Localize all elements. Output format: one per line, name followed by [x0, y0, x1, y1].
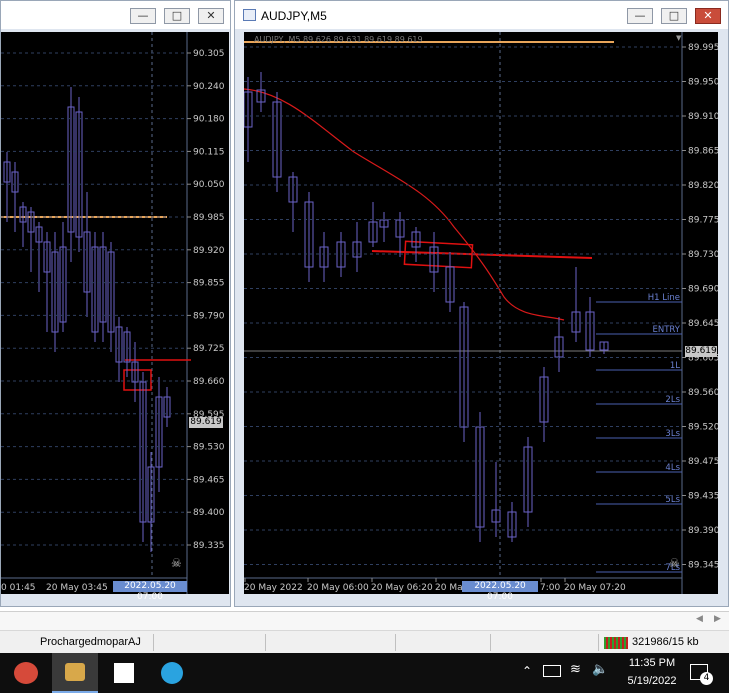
price-axis-label: 89.775 — [688, 216, 718, 226]
right-price-chart[interactable]: H1 Line ENTRY 1L 2Ls 3Ls 4Ls 5Ls 7Ls 89.995 89.9… — [243, 32, 720, 602]
horizontal-scrollbar[interactable]: ◀ ▶ — [0, 612, 729, 631]
left-chart-window: — □ ✕ ☠ 90.305 90.240 90.180 90.115 90.050 89… — [0, 0, 231, 607]
minimize-button[interactable]: — — [627, 8, 653, 24]
metatrader-icon — [65, 663, 85, 681]
price-axis-label: 89.995 — [688, 43, 718, 53]
battery-icon[interactable] — [543, 665, 561, 677]
status-divider — [490, 634, 491, 651]
price-axis-label: 89.390 — [688, 526, 718, 536]
price-axis-label: 90.305 — [193, 49, 225, 59]
status-area: ◀ ▶ ProchargedmoparAJ 321986/15 kb — [0, 611, 729, 654]
traffic-indicator: 321986/15 kb — [632, 636, 699, 648]
price-axis-label: 89.475 — [688, 457, 718, 467]
price-axis-label: 90.240 — [193, 82, 225, 92]
skull-icon: ☠ — [171, 556, 182, 570]
price-axis-label: 89.335 — [193, 541, 225, 551]
left-window-titlebar: — □ ✕ — [1, 1, 230, 29]
price-axis-label: 90.115 — [193, 147, 225, 157]
price-axis-label: 89.690 — [688, 285, 718, 295]
price-axis-label: 89.660 — [193, 377, 225, 387]
level-label: 1L — [670, 361, 680, 371]
time-axis-label: 7:00 — [540, 583, 560, 593]
price-axis-label: 90.180 — [193, 115, 225, 125]
taskbar: ⌃ ≋ 🔈 11:35 PM 5/19/2022 4 — [0, 653, 729, 693]
taskbar-active-app[interactable] — [52, 653, 98, 693]
price-axis-label: 89.950 — [688, 78, 718, 88]
right-current-price-tag: 89.619 — [685, 346, 717, 357]
price-axis-label: 89.400 — [193, 508, 225, 518]
price-axis-label: 89.725 — [193, 344, 225, 354]
price-axis-label: 89.560 — [688, 388, 718, 398]
right-chart-window: AUDJPY,M5 — □ ✕ H1 Line ENTRY 1L 2Ls 3Ls 4Ls 5… — [234, 0, 729, 607]
price-axis-label: 89.985 — [193, 213, 225, 223]
status-divider — [598, 634, 599, 651]
price-axis-label: 89.820 — [688, 181, 718, 191]
left-price-chart[interactable]: ☠ 90.305 90.240 90.180 90.115 90.050 89.985 89… — [1, 32, 229, 602]
price-axis-label: 89.865 — [688, 147, 718, 157]
left-chart-svg: ☠ 90.305 90.240 90.180 90.115 90.050 89.985 89… — [1, 32, 225, 594]
price-axis-label: 89.920 — [193, 246, 225, 256]
price-axis-label: 89.910 — [688, 112, 718, 122]
price-axis-label: 89.790 — [193, 311, 225, 321]
chart-window-icon — [243, 9, 256, 21]
clock-date[interactable]: 5/19/2022 — [622, 675, 682, 687]
wifi-icon[interactable]: ≋ — [570, 662, 581, 677]
right-window-titlebar: AUDJPY,M5 — □ ✕ — [235, 1, 728, 29]
chevron-up-icon[interactable]: ⌃ — [522, 664, 532, 678]
time-axis-label: 20 May 06:00 — [307, 583, 369, 593]
close-button[interactable]: ✕ — [198, 8, 224, 24]
taskbar-app-icon[interactable] — [114, 663, 134, 683]
time-axis-label: 20 May 2022 — [244, 583, 303, 593]
right-cursor-time-tag: 2022.05.20 07:00 — [462, 581, 538, 602]
status-bar: ProchargedmoparAJ 321986/15 kb — [0, 631, 729, 654]
time-axis-label: 20 May 07:20 — [564, 583, 626, 593]
right-chart-svg: H1 LineENTRY1L2Ls3Ls4Ls5Ls7Ls 89.99589.9… — [243, 32, 720, 594]
status-divider — [395, 634, 396, 651]
price-axis-label: 90.050 — [193, 180, 225, 190]
volume-icon[interactable]: 🔈 — [592, 662, 608, 677]
level-label: H1 Line — [648, 293, 680, 303]
status-divider — [265, 634, 266, 651]
price-axis-label: 89.730 — [688, 250, 718, 260]
left-cursor-time-tag: 2022.05.20 07:00 — [113, 581, 187, 602]
window-title: AUDJPY,M5 — [261, 9, 327, 23]
time-axis-label: 20 May 03:45 — [46, 583, 108, 593]
left-current-price-tag: 89.619 — [189, 417, 223, 428]
level-label: ENTRY — [653, 325, 681, 335]
price-axis-label: 89.645 — [688, 319, 718, 329]
scroll-right-icon[interactable]: ▶ — [714, 614, 721, 624]
minimize-button[interactable]: — — [130, 8, 156, 24]
price-axis-label: 89.855 — [193, 279, 225, 289]
price-axis-label: 89.465 — [193, 475, 225, 485]
skull-icon: ☠ — [669, 556, 680, 570]
price-axis-label: 89.520 — [688, 423, 718, 433]
close-button[interactable]: ✕ — [695, 8, 721, 24]
moving-average-line — [243, 88, 565, 321]
clock-time[interactable]: 11:35 PM — [622, 657, 682, 669]
taskbar-app-icon[interactable] — [14, 662, 38, 684]
notifications-badge: 4 — [700, 672, 713, 685]
level-label: 5Ls — [665, 495, 680, 505]
status-divider — [153, 634, 154, 651]
level-label: 3Ls — [665, 429, 680, 439]
chart-info-line: AUDJPY, M5 89.626 89.631 89.619 89.619 — [254, 35, 423, 44]
price-axis-label: 89.530 — [193, 443, 225, 453]
level-label: 4Ls — [665, 463, 680, 473]
price-axis-label: 89.435 — [688, 492, 718, 502]
time-axis-label: 20 Ma — [435, 583, 463, 593]
time-axis-label: 0 01:45 — [1, 583, 36, 593]
profile-name[interactable]: ProchargedmoparAJ — [40, 636, 141, 648]
scroll-indicator-icon: ▼ — [676, 34, 682, 42]
level-label: 2Ls — [665, 395, 680, 405]
telegram-icon[interactable] — [161, 662, 183, 684]
maximize-button[interactable]: □ — [661, 8, 687, 24]
scroll-left-icon[interactable]: ◀ — [696, 614, 703, 624]
time-axis-label: 20 May 06:20 — [371, 583, 433, 593]
maximize-button[interactable]: □ — [164, 8, 190, 24]
price-axis-label: 89.345 — [688, 561, 718, 571]
connection-bars-icon[interactable] — [604, 637, 628, 649]
